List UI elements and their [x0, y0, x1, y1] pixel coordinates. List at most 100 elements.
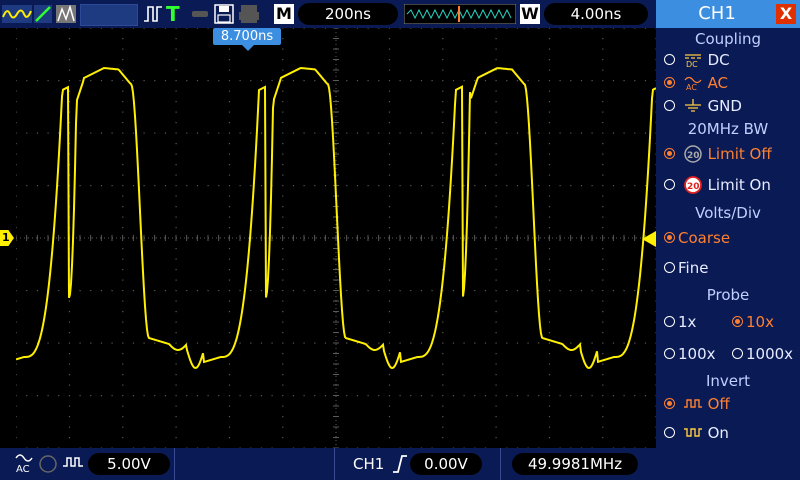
coupling-title: Coupling	[660, 30, 796, 48]
grid-dot	[100, 132, 103, 134]
grid-dot	[324, 132, 327, 134]
grid-dot	[292, 290, 295, 292]
grid-dot	[47, 132, 49, 134]
grid-dot	[282, 101, 284, 103]
grid-dot	[367, 290, 369, 292]
grid-dot	[602, 269, 604, 271]
grid-dot	[186, 185, 188, 187]
window-timebase-value[interactable]: 4.00ns	[544, 3, 648, 25]
probe-1000x-option[interactable]: 1000x	[732, 345, 793, 363]
grid-dot	[388, 405, 391, 407]
grid-dot	[47, 28, 49, 29]
trigger-source[interactable]: CH1	[353, 455, 384, 473]
probe-10x-option[interactable]: 10x	[732, 313, 774, 331]
close-button[interactable]: X	[776, 4, 796, 24]
grid-dot	[442, 395, 444, 397]
grid-dot	[271, 395, 273, 397]
channel-1-marker[interactable]: 1	[0, 230, 14, 246]
volts-fine-option[interactable]: Fine	[664, 259, 708, 277]
grid-dot	[516, 290, 519, 292]
grid-dot	[196, 28, 199, 29]
grid-dot	[282, 426, 284, 428]
coupling-dc-label: DC	[707, 51, 730, 69]
grid-dot	[495, 300, 497, 302]
grid-dot	[602, 69, 604, 71]
grid-dot	[282, 111, 284, 113]
grid-dot	[314, 28, 316, 29]
invert-on-option[interactable]: On	[664, 424, 729, 442]
ch1-volts-div[interactable]: 5.00V	[88, 453, 170, 475]
invert-off-option[interactable]: Off	[664, 395, 730, 413]
grid-dot	[431, 132, 433, 134]
grid-dot	[122, 374, 124, 376]
grid-dot	[100, 28, 103, 29]
coupling-dc-option[interactable]: DC DC	[664, 51, 730, 69]
grid-dot	[282, 69, 284, 71]
grid-dot	[239, 290, 241, 292]
grid-dot	[548, 311, 551, 313]
grid-dot	[122, 90, 124, 92]
grid-dot	[431, 80, 433, 82]
grid-dot	[602, 279, 604, 281]
grid-dot	[495, 416, 497, 418]
scope-grid-and-trace	[16, 28, 656, 448]
grid-dot	[164, 80, 167, 82]
bw-limit-off-option[interactable]: 20 Limit Off	[664, 145, 772, 163]
trigger-level-marker-icon[interactable]	[642, 231, 656, 247]
grid-dot	[346, 28, 348, 29]
grid-dot	[175, 269, 177, 271]
grid-dot	[388, 321, 391, 323]
grid-dot	[100, 290, 103, 292]
grid-dot	[570, 80, 572, 82]
grid-dot	[16, 321, 17, 323]
grid-dot	[196, 132, 199, 134]
grid-dot	[122, 437, 124, 439]
trigger-level-value[interactable]: 0.00V	[410, 453, 482, 475]
grid-dot	[388, 101, 391, 103]
invert-off-icon	[683, 399, 702, 408]
volts-coarse-option[interactable]: Coarse	[664, 229, 730, 247]
radio-icon	[664, 262, 675, 273]
grid-dot	[591, 28, 593, 29]
grid-dot	[282, 122, 284, 124]
probe-100x-option[interactable]: 100x	[664, 345, 716, 363]
grid-dot	[16, 59, 17, 61]
trigger-position-indicator[interactable]: 8.700ns	[213, 28, 281, 45]
grid-dot	[26, 395, 28, 397]
grid-dot	[495, 311, 497, 313]
grid-dot	[122, 363, 124, 365]
bw-limit-on-option[interactable]: 20 Limit On	[664, 176, 771, 194]
grid-dot	[399, 132, 401, 134]
grid-dot	[175, 28, 177, 29]
grid-dot	[282, 332, 284, 334]
grid-dot	[164, 132, 167, 134]
timebase-value[interactable]: 200ns	[298, 3, 398, 25]
grid-dot	[484, 132, 487, 134]
grid-dot	[143, 395, 145, 397]
grid-dot	[356, 80, 359, 82]
grid-dot	[580, 185, 583, 187]
probe-1x-option[interactable]: 1x	[664, 313, 696, 331]
grid-dot	[228, 321, 231, 323]
grid-dot	[16, 174, 17, 176]
svg-text:AC: AC	[16, 464, 30, 474]
grid-dot	[282, 374, 284, 376]
grid-dot	[282, 38, 284, 40]
grid-dot	[218, 80, 220, 82]
grid-dot	[548, 321, 551, 323]
grid-dot	[175, 101, 177, 103]
grid-dot	[559, 395, 561, 397]
waveform-display[interactable]	[16, 28, 656, 448]
grid-dot	[388, 48, 391, 50]
memory-position-bar[interactable]	[404, 4, 516, 24]
grid-dot	[527, 80, 529, 82]
coupling-ac-option[interactable]: AC AC	[664, 74, 728, 92]
grid-dot	[324, 185, 327, 187]
coupling-gnd-option[interactable]: GND	[664, 97, 742, 115]
window-label: W	[520, 4, 540, 24]
grid-dot	[16, 426, 17, 428]
grid-dot	[314, 185, 316, 187]
grid-dot	[452, 342, 455, 344]
grid-dot	[442, 143, 444, 145]
grid-dot	[580, 395, 583, 397]
